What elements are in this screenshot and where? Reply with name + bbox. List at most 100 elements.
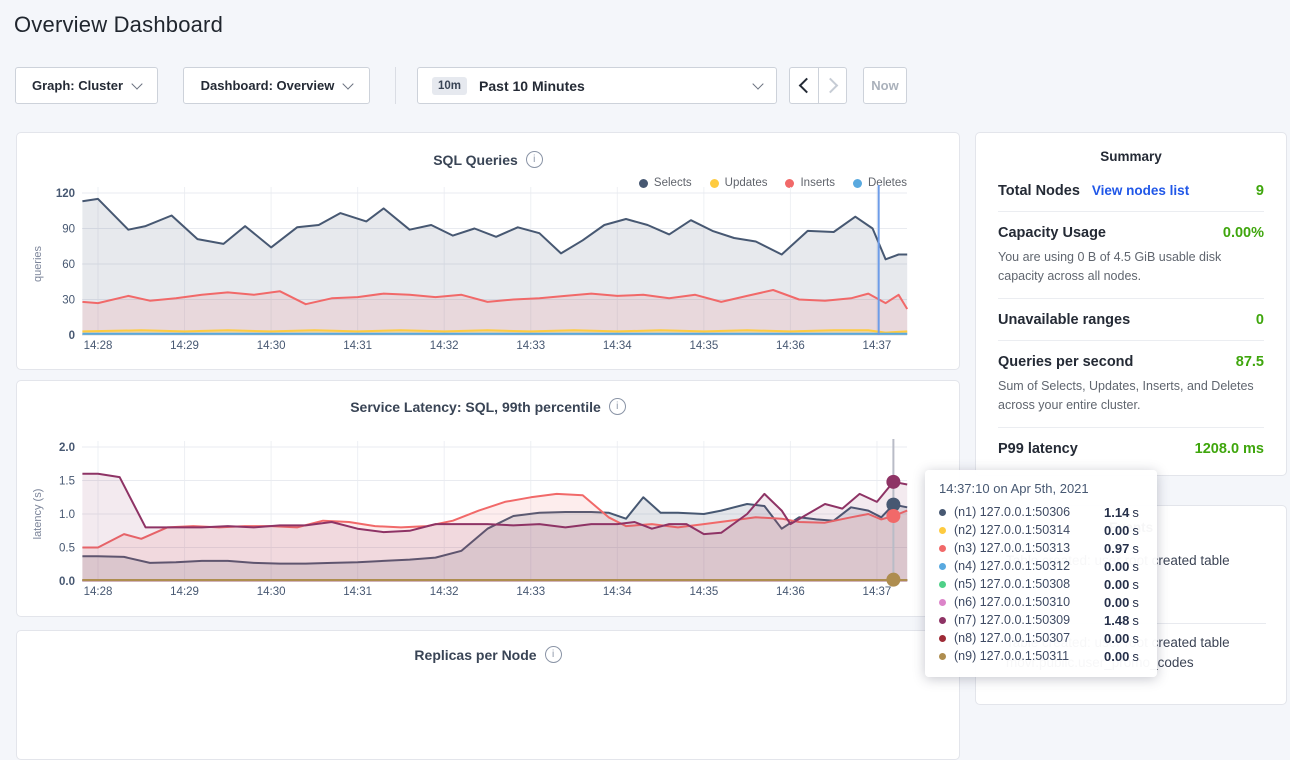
chevron-right-icon: [823, 78, 839, 94]
node-color-dot-icon: [939, 599, 946, 606]
svg-text:14:28: 14:28: [84, 340, 113, 352]
page-title: Overview Dashboard: [14, 12, 223, 38]
time-next-button[interactable]: [818, 67, 847, 104]
tooltip-node-unit: s: [1132, 559, 1139, 574]
svg-text:90: 90: [62, 224, 75, 236]
overview-dashboard-page: { "page": { "title": "Overview Dashboard…: [0, 0, 1290, 689]
now-button[interactable]: Now: [863, 67, 907, 104]
summary-row: Queries per second 87.5 Sum of Selects, Up…: [998, 341, 1264, 428]
tooltip-node-value: 0.00: [1104, 559, 1129, 574]
summary-title: Summary: [998, 149, 1264, 164]
tooltip-row: (n5) 127.0.0.1:503080.00s: [939, 575, 1143, 593]
node-color-dot-icon: [939, 563, 946, 570]
graph-dropdown-label: Graph: Cluster: [32, 78, 123, 93]
tooltip-row: (n4) 127.0.0.1:503120.00s: [939, 557, 1143, 575]
svg-text:2.0: 2.0: [59, 442, 75, 454]
summary-row: Total NodesView nodes list9: [998, 170, 1264, 212]
tooltip-rows: (n1) 127.0.0.1:503061.14s(n2) 127.0.0.1:…: [939, 503, 1143, 665]
node-color-dot-icon: [939, 635, 946, 642]
svg-text:0.5: 0.5: [59, 543, 75, 555]
summary-value: 1208.0 ms: [1195, 441, 1264, 457]
summary-label: Capacity Usage: [998, 225, 1106, 241]
sql-queries-panel: SQL Queries i SelectsUpdatesInsertsDelet…: [16, 132, 960, 370]
svg-text:14:37: 14:37: [863, 340, 892, 352]
service-latency-chart[interactable]: 0.00.51.01.52.014:2814:2914:3014:3114:32…: [17, 381, 961, 618]
tooltip-row: (n8) 127.0.0.1:503070.00s: [939, 629, 1143, 647]
tooltip-node-value: 0.00: [1104, 577, 1129, 592]
node-color-dot-icon: [939, 617, 946, 624]
summary-description: Sum of Selects, Updates, Inserts, and De…: [998, 377, 1264, 415]
svg-text:1.5: 1.5: [59, 476, 75, 488]
svg-text:14:37: 14:37: [863, 586, 892, 598]
node-color-dot-icon: [939, 545, 946, 552]
summary-label: Queries per second: [998, 354, 1133, 370]
tooltip-node-unit: s: [1132, 595, 1139, 610]
svg-text:14:32: 14:32: [430, 586, 459, 598]
tooltip-node-address: (n9) 127.0.0.1:50311: [954, 649, 1104, 663]
tooltip-row: (n9) 127.0.0.1:503110.00s: [939, 647, 1143, 665]
svg-text:14:31: 14:31: [343, 340, 372, 352]
svg-text:14:29: 14:29: [170, 340, 199, 352]
svg-text:14:33: 14:33: [516, 586, 545, 598]
tooltip-node-unit: s: [1132, 541, 1139, 556]
summary-value: 87.5: [1236, 354, 1264, 370]
svg-text:1.0: 1.0: [59, 509, 75, 521]
summary-label: Unavailable ranges: [998, 312, 1130, 328]
replicas-per-node-panel: Replicas per Node i: [16, 630, 960, 760]
tooltip-node-value: 1.48: [1104, 613, 1129, 628]
summary-row: Unavailable ranges0: [998, 299, 1264, 341]
svg-text:120: 120: [56, 188, 75, 200]
tooltip-node-address: (n8) 127.0.0.1:50307: [954, 631, 1104, 645]
graph-dropdown[interactable]: Graph: Cluster: [15, 67, 158, 104]
tooltip-row: (n3) 127.0.0.1:503130.97s: [939, 539, 1143, 557]
svg-text:14:31: 14:31: [343, 586, 372, 598]
chart-title-text: Replicas per Node: [414, 647, 536, 663]
svg-text:queries: queries: [32, 245, 44, 282]
tooltip-node-address: (n1) 127.0.0.1:50306: [954, 505, 1104, 519]
tooltip-node-unit: s: [1132, 523, 1139, 538]
svg-text:14:36: 14:36: [776, 340, 805, 352]
time-nav-group: [789, 67, 847, 104]
time-range-badge: 10m: [432, 77, 467, 95]
tooltip-node-unit: s: [1132, 649, 1139, 664]
node-color-dot-icon: [939, 509, 946, 516]
summary-panel: Summary Total NodesView nodes list9Capac…: [975, 132, 1287, 476]
tooltip-row: (n6) 127.0.0.1:503100.00s: [939, 593, 1143, 611]
tooltip-node-address: (n6) 127.0.0.1:50310: [954, 595, 1104, 609]
chevron-down-icon: [752, 78, 763, 89]
svg-text:14:33: 14:33: [516, 340, 545, 352]
svg-text:0.0: 0.0: [59, 576, 75, 588]
node-color-dot-icon: [939, 581, 946, 588]
tooltip-row: (n2) 127.0.0.1:503140.00s: [939, 521, 1143, 539]
tooltip-node-unit: s: [1132, 577, 1139, 592]
svg-text:14:34: 14:34: [603, 340, 632, 352]
svg-text:14:30: 14:30: [257, 340, 286, 352]
svg-text:14:35: 14:35: [689, 586, 718, 598]
view-nodes-list-link[interactable]: View nodes list: [1092, 183, 1189, 198]
summary-rows: Total NodesView nodes list9Capacity Usag…: [998, 170, 1264, 469]
info-icon[interactable]: i: [545, 646, 562, 663]
tooltip-node-address: (n7) 127.0.0.1:50309: [954, 613, 1104, 627]
tooltip-node-value: 0.00: [1104, 649, 1129, 664]
tooltip-node-unit: s: [1132, 613, 1139, 628]
svg-text:14:30: 14:30: [257, 586, 286, 598]
dashboard-dropdown[interactable]: Dashboard: Overview: [183, 67, 370, 104]
time-range-dropdown[interactable]: 10m Past 10 Minutes: [417, 67, 777, 104]
summary-row: Capacity Usage0.00%You are using 0 B of …: [998, 212, 1264, 299]
svg-text:14:34: 14:34: [603, 586, 632, 598]
svg-text:latency (s): latency (s): [32, 489, 44, 540]
time-prev-button[interactable]: [789, 67, 818, 104]
svg-text:14:35: 14:35: [689, 340, 718, 352]
tooltip-timestamp: 14:37:10 on Apr 5th, 2021: [939, 481, 1143, 496]
svg-text:30: 30: [62, 295, 75, 307]
tooltip-node-address: (n4) 127.0.0.1:50312: [954, 559, 1104, 573]
sql-queries-chart[interactable]: 030609012014:2814:2914:3014:3114:3214:33…: [17, 133, 961, 371]
svg-text:60: 60: [62, 259, 75, 271]
svg-text:14:36: 14:36: [776, 586, 805, 598]
tooltip-node-value: 0.00: [1104, 631, 1129, 646]
tooltip-node-unit: s: [1132, 631, 1139, 646]
service-latency-panel: Service Latency: SQL, 99th percentile i …: [16, 380, 960, 617]
chevron-down-icon: [343, 78, 354, 89]
tooltip-node-value: 0.97: [1104, 541, 1129, 556]
svg-text:14:32: 14:32: [430, 340, 459, 352]
